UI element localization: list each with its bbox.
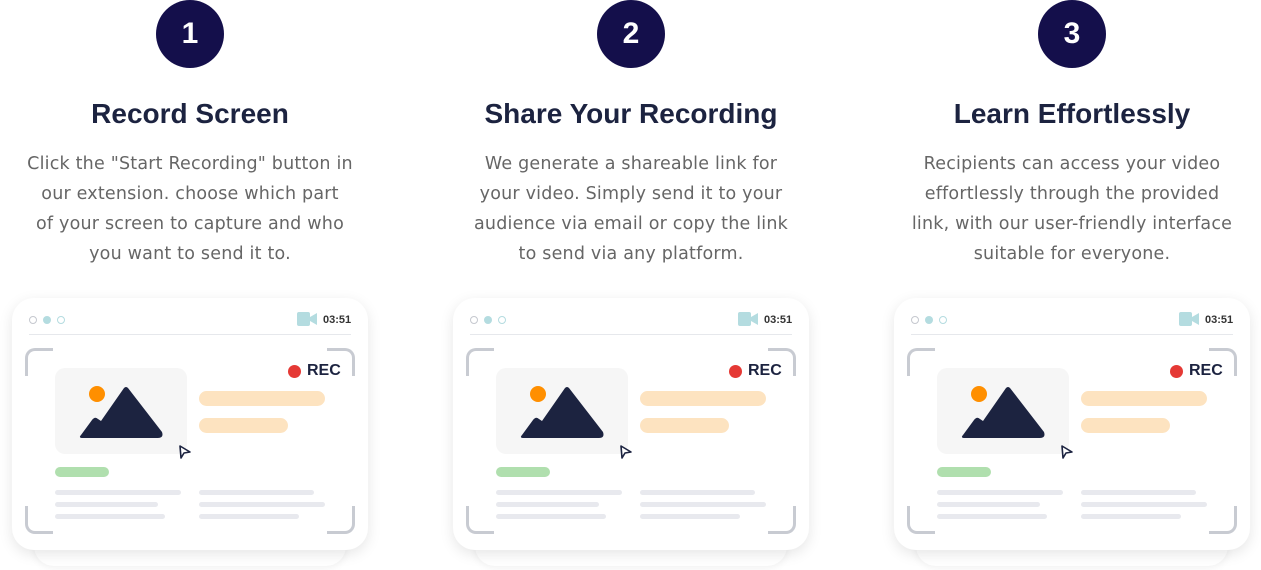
frame-corner-icon bbox=[907, 348, 935, 376]
image-placeholder bbox=[55, 368, 187, 454]
recording-time: 03:51 bbox=[764, 314, 793, 326]
description-line: Recipients can access your video bbox=[923, 154, 1221, 174]
divider bbox=[29, 334, 351, 335]
description-line: of your screen to capture and who bbox=[36, 214, 344, 234]
rec-label: REC bbox=[748, 362, 782, 379]
recording-time: 03:51 bbox=[1205, 314, 1234, 326]
placeholder-line bbox=[1081, 514, 1181, 519]
description-line: our extension. choose which part bbox=[41, 184, 339, 204]
window-dot-icon bbox=[939, 316, 947, 324]
placeholder-line bbox=[496, 490, 622, 495]
rec-label: REC bbox=[307, 362, 341, 379]
placeholder-line bbox=[199, 502, 325, 507]
recording-mockup-card: 03:51 REC bbox=[12, 298, 368, 550]
description-line: you want to send it to. bbox=[89, 244, 291, 264]
window-dot-icon bbox=[484, 316, 492, 324]
description-line: suitable for everyone. bbox=[973, 244, 1171, 264]
description-line: effortlessly through the provided bbox=[924, 184, 1220, 204]
description-line: your video. Simply send it to your bbox=[479, 184, 783, 204]
description-line: to send via any platform. bbox=[518, 244, 744, 264]
step-title: Record Screen bbox=[91, 98, 289, 129]
step-number-badge: 1 bbox=[156, 0, 224, 68]
placeholder-line bbox=[496, 514, 606, 519]
record-dot-icon bbox=[729, 364, 742, 378]
record-dot-icon bbox=[288, 364, 301, 378]
placeholder-line bbox=[640, 514, 740, 519]
step-number-badge: 3 bbox=[1038, 0, 1106, 68]
placeholder-line bbox=[55, 514, 165, 519]
video-camera-icon bbox=[297, 312, 317, 326]
frame-corner-icon bbox=[466, 348, 494, 376]
placeholder-line bbox=[1081, 490, 1196, 495]
cursor-icon bbox=[179, 445, 191, 459]
frame-corner-icon bbox=[327, 506, 355, 534]
cursor-icon bbox=[620, 445, 632, 459]
recording-mockup-card: 03:51 REC bbox=[894, 298, 1250, 550]
frame-corner-icon bbox=[1209, 506, 1237, 534]
window-dot-icon bbox=[43, 316, 51, 324]
placeholder-tag bbox=[55, 467, 109, 477]
record-dot-icon bbox=[1170, 364, 1183, 378]
placeholder-line bbox=[640, 490, 755, 495]
window-dot-icon bbox=[498, 316, 506, 324]
placeholder-bar bbox=[1081, 418, 1170, 433]
rec-indicator: REC bbox=[1170, 362, 1223, 380]
step-description: Click the "Start Recording" button in ou… bbox=[0, 149, 380, 269]
video-camera-icon bbox=[738, 312, 758, 326]
placeholder-tag bbox=[496, 467, 550, 477]
recording-time: 03:51 bbox=[323, 314, 352, 326]
placeholder-line bbox=[199, 490, 314, 495]
placeholder-line bbox=[640, 502, 766, 507]
step-number-badge: 2 bbox=[597, 0, 665, 68]
divider bbox=[911, 334, 1233, 335]
window-dot-icon bbox=[925, 316, 933, 324]
image-icon bbox=[520, 386, 604, 438]
image-placeholder bbox=[496, 368, 628, 454]
window-dot-icon bbox=[57, 316, 65, 324]
placeholder-line bbox=[55, 502, 158, 507]
frame-corner-icon bbox=[466, 506, 494, 534]
placeholder-bar bbox=[199, 391, 325, 406]
placeholder-line bbox=[55, 490, 181, 495]
placeholder-bar bbox=[1081, 391, 1207, 406]
cursor-icon bbox=[1061, 445, 1073, 459]
frame-corner-icon bbox=[768, 506, 796, 534]
placeholder-line bbox=[937, 490, 1063, 495]
placeholder-line bbox=[937, 514, 1047, 519]
rec-label: REC bbox=[1189, 362, 1223, 379]
window-dot-icon bbox=[29, 316, 37, 324]
placeholder-bar bbox=[199, 418, 288, 433]
rec-indicator: REC bbox=[729, 362, 782, 380]
step-number: 3 bbox=[1063, 17, 1081, 50]
recording-mockup-card: 03:51 REC bbox=[453, 298, 809, 550]
video-camera-icon bbox=[1179, 312, 1199, 326]
frame-corner-icon bbox=[25, 348, 53, 376]
step-description: Recipients can access your video effortl… bbox=[882, 149, 1261, 269]
step-description: We generate a shareable link for your vi… bbox=[441, 149, 821, 269]
frame-corner-icon bbox=[25, 506, 53, 534]
image-icon bbox=[79, 386, 163, 438]
frame-corner-icon bbox=[907, 506, 935, 534]
placeholder-line bbox=[937, 502, 1040, 507]
description-line: link, with our user-friendly interface bbox=[911, 214, 1233, 234]
placeholder-bar bbox=[640, 391, 766, 406]
placeholder-line bbox=[496, 502, 599, 507]
divider bbox=[470, 334, 792, 335]
placeholder-line bbox=[1081, 502, 1207, 507]
image-icon bbox=[961, 386, 1045, 438]
step-title: Learn Effortlessly bbox=[953, 98, 1191, 129]
rec-indicator: REC bbox=[288, 362, 341, 380]
placeholder-line bbox=[199, 514, 299, 519]
step-number: 2 bbox=[622, 17, 640, 50]
placeholder-tag bbox=[937, 467, 991, 477]
step-number: 1 bbox=[181, 17, 199, 50]
description-line: audience via email or copy the link bbox=[474, 214, 788, 234]
description-line: Click the "Start Recording" button in bbox=[27, 154, 353, 174]
window-dot-icon bbox=[911, 316, 919, 324]
placeholder-bar bbox=[640, 418, 729, 433]
image-placeholder bbox=[937, 368, 1069, 454]
description-line: We generate a shareable link for bbox=[484, 154, 778, 174]
window-dot-icon bbox=[470, 316, 478, 324]
step-title: Share Your Recording bbox=[484, 98, 778, 129]
